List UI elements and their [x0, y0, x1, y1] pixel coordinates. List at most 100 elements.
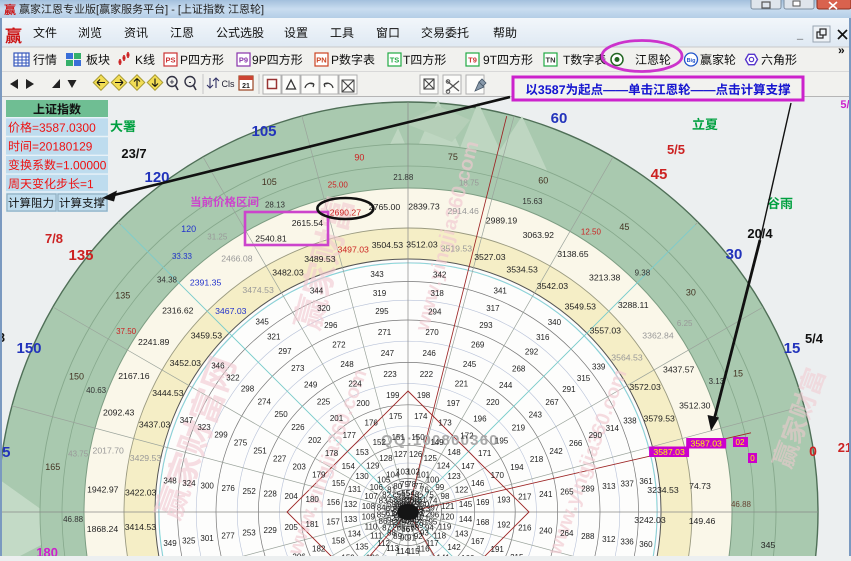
svg-text:142: 142: [447, 543, 461, 552]
svg-text:290: 290: [589, 431, 603, 440]
svg-text:313: 313: [602, 482, 616, 491]
svg-text:299: 299: [214, 430, 228, 439]
svg-text:226: 226: [291, 423, 305, 432]
svg-text:147: 147: [461, 462, 475, 471]
svg-text:135: 135: [115, 291, 130, 301]
svg-text:15.63: 15.63: [522, 197, 543, 206]
svg-text:7/8: 7/8: [45, 231, 63, 246]
svg-text:37.50: 37.50: [116, 327, 137, 336]
svg-text:124: 124: [437, 462, 451, 471]
svg-text:135: 135: [68, 247, 93, 264]
svg-text:3557.03: 3557.03: [590, 326, 622, 336]
svg-text:228: 228: [264, 490, 278, 499]
svg-text:167: 167: [471, 537, 485, 546]
svg-text:P9: P9: [239, 56, 248, 65]
svg-text:1868.24: 1868.24: [87, 524, 119, 534]
svg-text:2466.08: 2466.08: [221, 253, 253, 263]
svg-text:143: 143: [455, 530, 469, 539]
svg-text:3234.53: 3234.53: [647, 485, 679, 495]
svg-text:105: 105: [262, 177, 277, 187]
svg-text:3437.03: 3437.03: [139, 420, 171, 430]
svg-text:98: 98: [441, 492, 450, 501]
svg-text:297: 297: [278, 347, 292, 356]
svg-text:312: 312: [602, 535, 616, 544]
svg-text:3063.92: 3063.92: [523, 230, 555, 240]
svg-text:273: 273: [291, 364, 305, 373]
svg-text:75: 75: [448, 152, 458, 162]
svg-text:249: 249: [304, 381, 318, 390]
svg-text:28.13: 28.13: [265, 201, 286, 210]
svg-text:276: 276: [222, 484, 236, 493]
svg-text:320: 320: [317, 304, 331, 313]
svg-text:122: 122: [455, 485, 469, 494]
svg-text:158: 158: [332, 537, 346, 546]
svg-text:154: 154: [342, 462, 356, 471]
svg-text:246: 246: [423, 349, 437, 358]
svg-text:340: 340: [548, 318, 562, 327]
svg-text:196: 196: [473, 415, 487, 424]
svg-text:126: 126: [409, 450, 423, 459]
svg-text:338: 338: [623, 417, 637, 426]
svg-text:348: 348: [163, 476, 177, 485]
svg-text:33.33: 33.33: [172, 252, 193, 261]
svg-text:43.75: 43.75: [68, 449, 89, 458]
svg-text:18.75: 18.75: [459, 179, 480, 188]
svg-text:46.88: 46.88: [63, 515, 84, 524]
svg-text:325: 325: [182, 537, 196, 546]
svg-text:225: 225: [317, 398, 331, 407]
svg-text:128: 128: [379, 454, 393, 463]
svg-text:02: 02: [736, 438, 745, 447]
svg-text:345: 345: [761, 540, 776, 550]
svg-text:218: 218: [530, 455, 544, 464]
svg-text:152: 152: [373, 438, 387, 447]
svg-text:289: 289: [581, 485, 595, 494]
svg-text:3459.53: 3459.53: [191, 331, 223, 341]
svg-text:74.73: 74.73: [689, 481, 711, 491]
svg-text:269: 269: [471, 341, 485, 350]
svg-text:3519.53: 3519.53: [441, 243, 473, 253]
svg-text:130: 130: [355, 472, 369, 481]
svg-text:2540.81: 2540.81: [255, 233, 287, 243]
svg-text:300: 300: [201, 481, 215, 490]
svg-text:149: 149: [430, 438, 444, 447]
svg-text:21: 21: [242, 83, 250, 90]
svg-text:0: 0: [809, 443, 817, 459]
svg-text:3587.03: 3587.03: [653, 447, 685, 457]
svg-text:5/5: 5/5: [667, 142, 685, 157]
svg-text:337: 337: [621, 480, 635, 489]
svg-text:134: 134: [348, 530, 362, 539]
svg-text:45: 45: [651, 166, 668, 183]
svg-text:6.25: 6.25: [677, 319, 693, 328]
svg-text:145: 145: [459, 500, 473, 509]
svg-text:173: 173: [438, 419, 452, 428]
svg-text:146: 146: [471, 479, 485, 488]
svg-text:3213.38: 3213.38: [589, 273, 621, 283]
svg-text:-: -: [189, 77, 192, 86]
svg-text:110: 110: [365, 523, 378, 532]
svg-text:12.50: 12.50: [581, 227, 602, 236]
svg-text:157: 157: [327, 518, 341, 527]
svg-text:243: 243: [529, 411, 543, 420]
svg-text:97: 97: [430, 503, 439, 512]
svg-text:198: 198: [417, 391, 431, 400]
svg-text:40.63: 40.63: [86, 386, 107, 395]
svg-text:349: 349: [163, 539, 177, 548]
svg-text:90: 90: [354, 152, 364, 162]
svg-text:3422.03: 3422.03: [125, 487, 157, 497]
svg-text:3288.11: 3288.11: [618, 300, 649, 310]
svg-text:3474.53: 3474.53: [242, 285, 274, 295]
svg-text:133: 133: [344, 515, 358, 524]
svg-text:2391.35: 2391.35: [190, 278, 222, 288]
svg-text:3138.65: 3138.65: [557, 249, 589, 259]
svg-text:224: 224: [348, 380, 362, 389]
svg-text:120: 120: [441, 513, 455, 522]
svg-text:21.88: 21.88: [393, 173, 414, 182]
svg-text:168: 168: [476, 518, 490, 527]
svg-text:288: 288: [581, 532, 595, 541]
svg-text:247: 247: [381, 349, 395, 358]
svg-text:PS: PS: [165, 56, 175, 65]
svg-text:296: 296: [324, 321, 338, 330]
svg-text:3512.30: 3512.30: [679, 400, 711, 410]
svg-text:3437.57: 3437.57: [663, 364, 695, 374]
svg-text:175: 175: [389, 412, 403, 421]
